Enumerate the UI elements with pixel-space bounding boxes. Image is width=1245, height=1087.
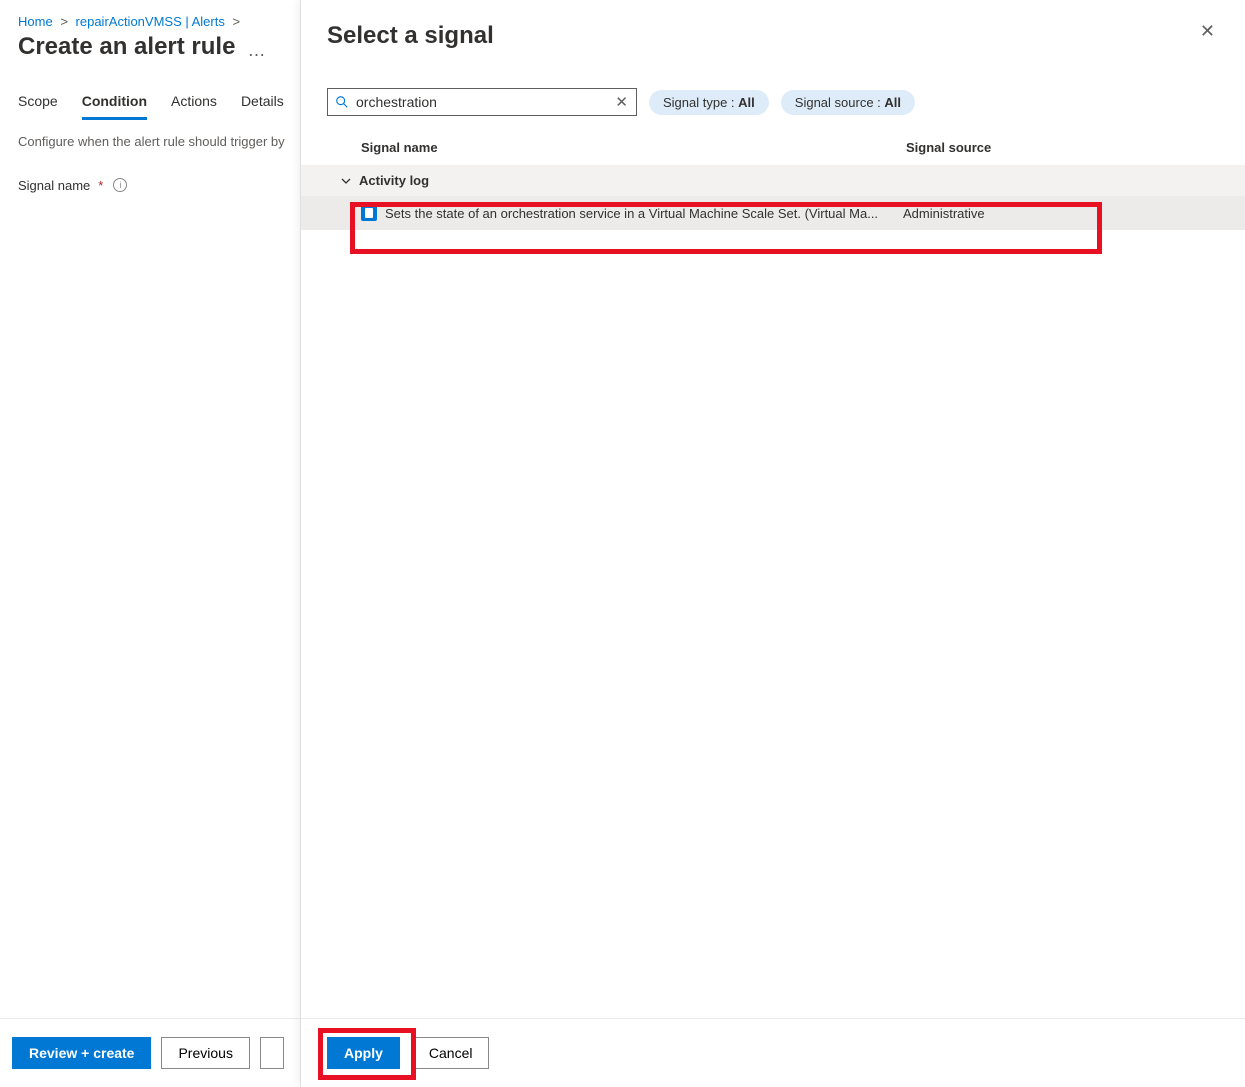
tab-scope[interactable]: Scope xyxy=(18,87,58,120)
clear-search-icon[interactable]: ✕ xyxy=(613,93,630,111)
pill-label: Signal type : xyxy=(663,95,738,110)
required-asterisk: * xyxy=(98,178,103,193)
next-button-stub[interactable] xyxy=(260,1037,284,1069)
panel-title: Select a signal xyxy=(327,22,494,50)
tab-condition[interactable]: Condition xyxy=(82,87,147,120)
more-button[interactable]: … xyxy=(247,40,267,61)
review-create-button[interactable]: Review + create xyxy=(12,1037,151,1069)
group-label: Activity log xyxy=(359,173,429,188)
signal-name-cell: Sets the state of an orchestration servi… xyxy=(385,206,903,221)
panel-footer: Apply Cancel xyxy=(301,1018,1245,1087)
apply-button[interactable]: Apply xyxy=(327,1037,400,1069)
col-header-name[interactable]: Signal name xyxy=(361,140,906,155)
activity-log-icon xyxy=(361,205,377,221)
pill-value: All xyxy=(884,95,901,110)
page-title: Create an alert rule xyxy=(18,33,235,61)
signal-name-label: Signal name xyxy=(18,178,90,193)
search-input[interactable] xyxy=(356,94,613,110)
cancel-button[interactable]: Cancel xyxy=(412,1037,490,1069)
signal-type-filter[interactable]: Signal type : All xyxy=(649,90,769,115)
breadcrumb-separator: > xyxy=(56,14,72,29)
col-header-source[interactable]: Signal source xyxy=(906,140,1219,155)
select-signal-panel: Select a signal ✕ ✕ Signal type : All Si… xyxy=(300,0,1245,1087)
search-input-wrapper: ✕ xyxy=(327,88,637,116)
chevron-down-icon xyxy=(341,176,351,186)
pill-value: All xyxy=(738,95,755,110)
previous-button[interactable]: Previous xyxy=(161,1037,249,1069)
signal-row-orchestration[interactable]: Sets the state of an orchestration servi… xyxy=(301,196,1245,230)
column-headers: Signal name Signal source xyxy=(301,130,1245,165)
signal-source-filter[interactable]: Signal source : All xyxy=(781,90,915,115)
signal-source-cell: Administrative xyxy=(903,206,1245,221)
pill-label: Signal source : xyxy=(795,95,885,110)
search-icon xyxy=(335,95,349,109)
info-icon[interactable]: i xyxy=(113,178,127,192)
close-icon[interactable]: ✕ xyxy=(1196,22,1219,40)
group-activity-log[interactable]: Activity log xyxy=(301,165,1245,196)
breadcrumb-resource[interactable]: repairActionVMSS | Alerts xyxy=(76,14,225,29)
tab-details[interactable]: Details xyxy=(241,87,284,120)
breadcrumb-separator: > xyxy=(228,14,244,29)
tab-actions[interactable]: Actions xyxy=(171,87,217,120)
breadcrumb-home[interactable]: Home xyxy=(18,14,53,29)
